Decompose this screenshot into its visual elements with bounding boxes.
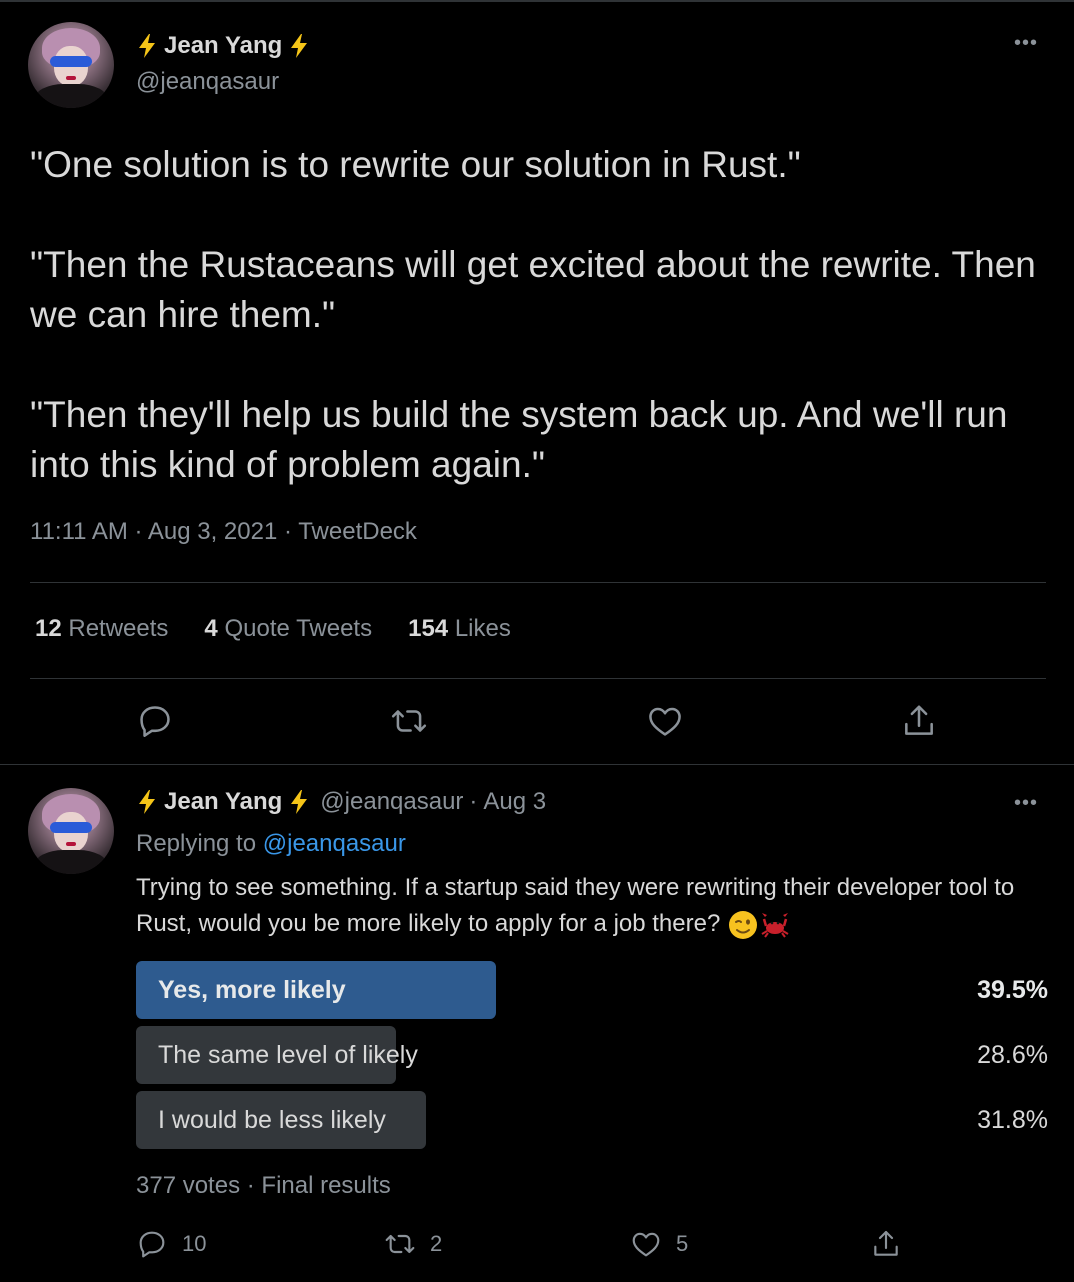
poll-option: Yes, more likely 39.5% xyxy=(136,961,1048,1019)
poll-footer: 377 votes · Final results xyxy=(136,1172,391,1199)
avatar[interactable] xyxy=(28,22,114,108)
retweet-action[interactable]: 2 xyxy=(384,1228,442,1260)
share-action[interactable] xyxy=(870,1228,902,1260)
like-action[interactable]: 5 xyxy=(630,1228,688,1260)
likes-stat[interactable]: 154 Likes xyxy=(408,615,511,643)
poll-option: The same level of likely 28.6% xyxy=(136,1026,1048,1084)
lightning-bolt-icon xyxy=(139,790,155,814)
tweet-time[interactable]: 11:11 AM xyxy=(30,518,128,545)
reply-author-display-name[interactable]: Jean Yang xyxy=(164,788,282,816)
author-display-name[interactable]: Jean Yang xyxy=(164,32,282,60)
lightning-bolt-icon xyxy=(291,790,308,814)
like-icon[interactable] xyxy=(646,702,684,740)
author-handle[interactable]: @jeanqasaur xyxy=(136,68,279,96)
reply-icon[interactable] xyxy=(136,702,174,740)
share-icon[interactable] xyxy=(900,702,938,740)
thread-divider xyxy=(0,764,1074,765)
reply-author-handle[interactable]: @jeanqasaur xyxy=(320,788,463,816)
tweet-paragraph: "Then they'll help us build the system b… xyxy=(30,394,1008,485)
tweet-paragraph: "Then the Rustaceans will get excited ab… xyxy=(30,244,1036,335)
quote-tweets-stat[interactable]: 4 Quote Tweets xyxy=(204,615,372,643)
share-icon[interactable] xyxy=(870,1228,902,1260)
tweet-meta: 11:11 AM · Aug 3, 2021 · TweetDeck xyxy=(30,518,417,545)
reply-count: 10 xyxy=(182,1231,207,1256)
retweets-stat[interactable]: 12 Retweets xyxy=(35,615,168,643)
lightning-bolt-icon xyxy=(291,34,308,58)
tweet-date[interactable]: Aug 3, 2021 xyxy=(148,518,277,545)
more-horizontal-icon[interactable]: ••• xyxy=(1014,792,1038,815)
reply-author-row: Jean Yang @jeanqasaur · Aug 3 xyxy=(136,788,546,816)
poll-option-label: Yes, more likely xyxy=(158,976,346,1004)
top-divider xyxy=(0,0,1074,2)
crab-emoji xyxy=(761,912,789,938)
like-count: 5 xyxy=(676,1231,689,1256)
retweet-icon[interactable] xyxy=(390,702,428,740)
reply-text: Trying to see something. If a startup sa… xyxy=(136,870,1056,942)
replying-to: Replying to @jeanqasaur xyxy=(136,830,406,857)
divider xyxy=(30,678,1046,679)
poll-option-label: I would be less likely xyxy=(158,1106,386,1134)
winking-face-emoji xyxy=(728,910,757,939)
poll-status: Final results xyxy=(261,1172,391,1199)
tweet-stats: 12 Retweets 4 Quote Tweets 154 Likes xyxy=(35,615,511,643)
tweet-paragraph: "One solution is to rewrite our solution… xyxy=(30,144,801,185)
poll-votes: 377 votes xyxy=(136,1172,241,1199)
replying-to-link[interactable]: @jeanqasaur xyxy=(263,830,406,857)
poll-option-percent: 39.5% xyxy=(977,976,1048,1004)
more-horizontal-icon[interactable]: ••• xyxy=(1014,32,1038,55)
poll-option-label: The same level of likely xyxy=(158,1041,418,1069)
poll-option-percent: 31.8% xyxy=(977,1106,1048,1134)
avatar[interactable] xyxy=(28,788,114,874)
retweet-icon[interactable] xyxy=(384,1228,416,1260)
poll-option: I would be less likely 31.8% xyxy=(136,1091,1048,1149)
reply-action[interactable]: 10 xyxy=(136,1228,206,1260)
reply-icon[interactable] xyxy=(136,1228,168,1260)
retweet-count: 2 xyxy=(430,1231,443,1256)
tweet-text: "One solution is to rewrite our solution… xyxy=(30,140,1040,490)
lightning-bolt-icon xyxy=(139,34,155,58)
like-icon[interactable] xyxy=(630,1228,662,1260)
author-name-row[interactable]: Jean Yang xyxy=(136,32,310,60)
reply-date[interactable]: Aug 3 xyxy=(483,788,546,816)
tweet-source[interactable]: TweetDeck xyxy=(298,518,417,545)
poll-option-percent: 28.6% xyxy=(977,1041,1048,1069)
divider xyxy=(30,582,1046,583)
